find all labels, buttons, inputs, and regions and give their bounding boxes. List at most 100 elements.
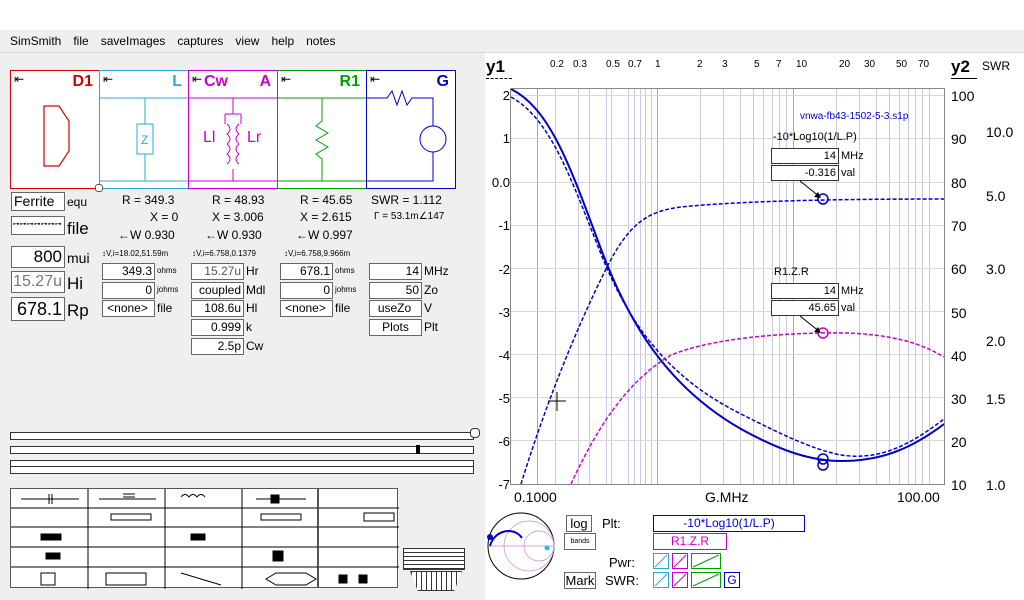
block-l[interactable]: ⇤ L Z [99,70,189,189]
g-gamma: Γ = 53.1m∠147 [374,211,445,222]
x-axis-max: 100.00 [897,489,940,505]
block-label-d1: D1 [72,73,93,90]
cw-field[interactable]: 2.5p [191,338,244,355]
ferrite-symbol-icon [43,105,70,167]
menu-simsmith[interactable]: SimSmith [10,34,61,48]
slider-track-1[interactable] [10,432,474,440]
l-power: ←W 0.930 [118,228,175,242]
r1-ohms-field[interactable]: 678.1 [280,263,333,280]
voltage-mode-select[interactable]: useZo [369,300,422,317]
block-d1[interactable]: ⇤ D1 [10,70,100,189]
slider-track-4[interactable] [10,466,474,474]
marker1-mhz-field[interactable]: 14 [771,148,839,164]
plots-button[interactable]: Plots [369,319,422,336]
menu-captures[interactable]: captures [177,34,223,48]
y1-dash [486,78,512,80]
y2-tick: 20 [951,434,967,450]
block-g[interactable]: ⇤ G [366,70,456,189]
l-file-select[interactable]: <none> [102,300,155,317]
k-field[interactable]: 0.999 [191,319,244,336]
block-a[interactable]: ⇤ Cw A Ll Lr [188,70,278,189]
pwr-check-l[interactable] [653,553,669,569]
y1-axis-title: y1 [486,57,505,76]
transmission-line-icon[interactable] [403,548,465,570]
hr-label: Hr [246,264,259,278]
smith-chart-icon[interactable] [484,510,564,582]
collapse-arrow-icon[interactable]: ⇤ [192,72,202,86]
ferrite-type-label: equ [67,195,88,209]
mark-button[interactable]: Mark [564,572,596,589]
swr-check-g[interactable]: G [724,572,740,588]
plot1-expression-field[interactable]: -10*Log10(1/L.P) [653,515,805,532]
collapse-arrow-icon[interactable]: ⇤ [370,72,380,86]
palette-extra-icon [319,507,399,584]
swr-check-r1[interactable] [691,572,721,588]
collapse-arrow-icon[interactable]: ⇤ [281,72,291,86]
x-axis-title: G.MHz [705,489,749,505]
slider-knob[interactable] [470,428,480,438]
power-label: Pwr: [609,555,635,570]
impedance-symbol-icon: Z [100,97,188,182]
palette-grid-icon [11,489,319,589]
rp-field[interactable]: 678.1 [11,297,65,321]
swr-check-a[interactable] [672,572,688,588]
zo-field[interactable]: 50 [369,282,422,299]
bands-button[interactable]: bands [564,533,596,550]
swr-tick: 10.0 [986,124,1014,140]
menu-bar: SimSmith file saveImages captures view h… [0,30,1024,53]
menu-view[interactable]: view [235,34,259,48]
y1-tick: -2 [498,262,510,277]
menu-notes[interactable]: notes [306,34,335,48]
plot2-expression-field[interactable]: R1.Z.R [653,533,727,550]
collapse-arrow-icon[interactable]: ⇤ [14,72,24,86]
plot-area[interactable] [510,88,945,485]
l-voltage-current: ↕V,i=18.02,51.59m [102,249,169,258]
model-select[interactable]: coupled [191,282,244,299]
top-tick: 0.2 [550,59,564,70]
menu-help[interactable]: help [271,34,294,48]
hi-field[interactable]: 15.27u [11,271,65,293]
l-johms-field[interactable]: 0 [102,282,155,299]
plot-label: Plt: [602,516,621,531]
mui-field[interactable]: 800 [11,246,65,268]
frequency-field[interactable]: 14 [369,263,422,280]
ferrite-type-select[interactable]: Ferrite [11,192,65,211]
top-tick: 20 [839,59,851,70]
y1-tick: -6 [498,434,510,449]
pwr-check-a[interactable] [672,553,688,569]
marker1-val-label: val [841,167,856,179]
trash-bin-icon[interactable] [410,571,462,591]
marker1-pointer-icon [800,181,821,198]
component-palette-extra [318,488,399,588]
top-tick: 10 [796,59,808,70]
swr-tick: 1.0 [986,477,1006,493]
l-file-label: file [157,301,173,315]
block-ll-label: Ll [203,129,216,146]
menu-file[interactable]: file [73,34,88,48]
marker2-mhz-field[interactable]: 14 [771,283,839,299]
pwr-check-r1[interactable] [691,553,721,569]
collapse-arrow-icon[interactable]: ⇤ [103,72,113,86]
log-button[interactable]: log [566,515,592,532]
marker2-expression: R1.Z.R [774,266,809,278]
y1-tick: -5 [498,391,510,406]
top-tick: 7 [776,59,782,70]
hr-field[interactable]: 15.27u [191,263,244,280]
r1-voltage-current: ↕V,i=6.758,9.966m [284,249,351,258]
menu-saveimages[interactable]: saveImages [101,34,166,48]
y2-axis-title: y2 [951,57,970,76]
slider-thumb[interactable] [416,445,420,454]
r1-file-select[interactable]: <none> [280,300,333,317]
hl-field[interactable]: 108.6u [191,300,244,317]
l-ohms-field[interactable]: 349.3 [102,263,155,280]
a-resistance: R = 48.93 [212,193,265,207]
top-tick: 1 [655,59,661,70]
swr-check-l[interactable] [653,572,669,588]
top-tick: 30 [864,59,876,70]
r1-reactance: X = 2.615 [300,210,352,224]
slider-track-2[interactable] [10,446,474,454]
ferrite-file-select[interactable]: ⊶⊶⊶⊶⊶⊶⊶ [11,216,65,235]
block-r1[interactable]: ⇤ R1 [277,70,367,189]
r1-johms-field[interactable]: 0 [280,282,333,299]
y2-tick: 40 [951,348,967,364]
